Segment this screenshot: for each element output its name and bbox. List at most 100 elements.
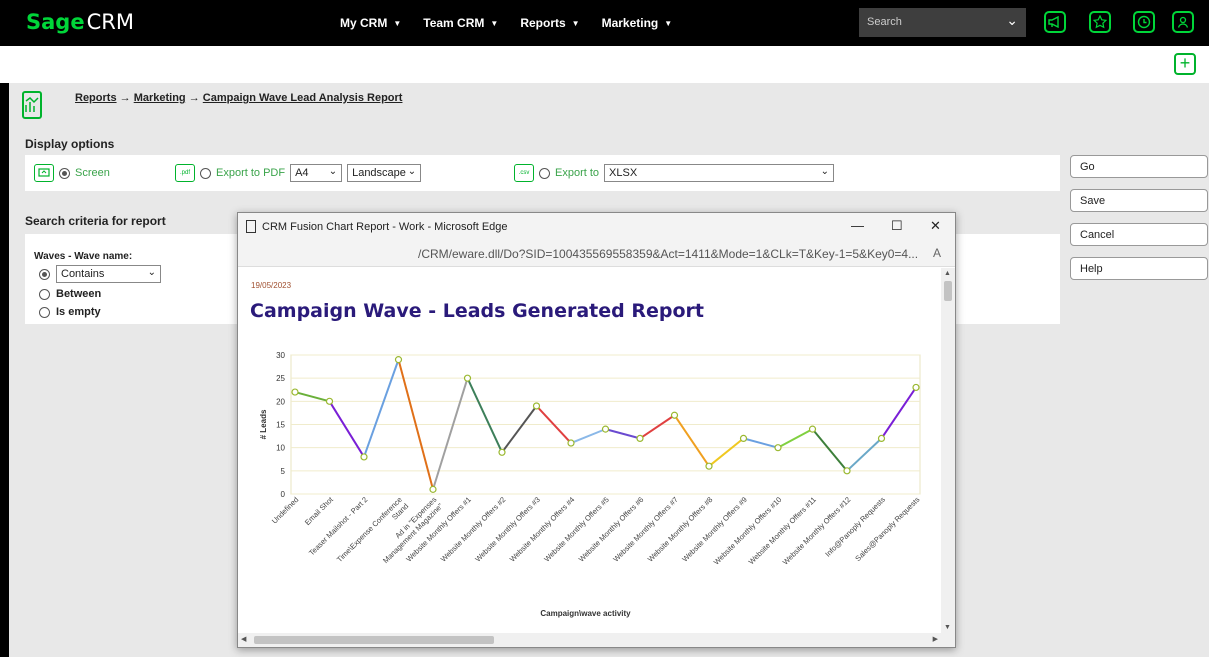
x-tick-label: Website Monthly Offers #11 bbox=[747, 495, 818, 566]
screen-label: Screen bbox=[75, 167, 110, 179]
data-point bbox=[636, 434, 644, 442]
x-tick-label: Website Monthly Offers #8 bbox=[646, 495, 715, 564]
address-bar[interactable]: /CRM/eware.dll/Do?SID=100435569558359&Ac… bbox=[238, 241, 955, 267]
data-point bbox=[739, 434, 748, 442]
sage-crm-logo[interactable]: SageCRM bbox=[26, 10, 134, 34]
report-chart-icon bbox=[22, 91, 42, 119]
chevron-down-icon: ⌄ bbox=[820, 166, 830, 177]
horizontal-scroll-thumb[interactable] bbox=[254, 636, 494, 644]
csv-file-icon: .csv bbox=[514, 164, 534, 182]
scroll-right-icon[interactable]: ▶ bbox=[933, 635, 938, 643]
data-point bbox=[705, 462, 713, 470]
x-tick-label: Info@Panoply Requests bbox=[823, 495, 887, 559]
data-point bbox=[601, 425, 610, 433]
export-pdf-radio[interactable] bbox=[200, 167, 211, 179]
scroll-up-icon[interactable]: ▲ bbox=[944, 270, 951, 277]
x-tick-label: Website Monthly Offers #4 bbox=[508, 495, 577, 564]
edge-report-window: CRM Fusion Chart Report - Work - Microso… bbox=[237, 212, 956, 648]
line-segment bbox=[466, 377, 503, 453]
export-to-label: Export to bbox=[555, 167, 600, 179]
contains-select[interactable]: Contains ⌄ bbox=[56, 265, 161, 283]
x-tick-label: Website Monthly Offers #6 bbox=[577, 495, 646, 564]
is-empty-radio[interactable] bbox=[39, 306, 50, 318]
x-tick-label: Website Monthly Offers #2 bbox=[439, 495, 508, 564]
go-button[interactable]: Go bbox=[1070, 155, 1208, 178]
x-tick-label: Undefined bbox=[270, 495, 301, 526]
x-tick-label: Website Monthly Offers #3 bbox=[473, 495, 542, 564]
vertical-scroll-thumb[interactable] bbox=[944, 281, 952, 301]
pdf-orientation-select[interactable]: Landscape ⌄ bbox=[347, 164, 422, 182]
window-title-bar: CRM Fusion Chart Report - Work - Microso… bbox=[238, 213, 955, 241]
new-item-plus-icon[interactable]: + bbox=[1174, 53, 1196, 75]
y-tick-label: 5 bbox=[281, 467, 286, 476]
close-button[interactable]: ✕ bbox=[930, 218, 941, 234]
vertical-scrollbar[interactable]: ▲ ▼ bbox=[941, 268, 955, 633]
search-criteria-heading: Search criteria for report bbox=[25, 214, 166, 228]
export-to-radio[interactable] bbox=[539, 167, 550, 179]
scroll-down-icon[interactable]: ▼ bbox=[944, 624, 951, 631]
breadcrumb-reports-link[interactable]: Reports bbox=[75, 92, 117, 104]
chevron-down-icon: ⌄ bbox=[147, 267, 156, 278]
read-aloud-icon[interactable]: A bbox=[933, 246, 941, 260]
line-segment bbox=[605, 428, 641, 440]
contains-radio[interactable] bbox=[39, 268, 50, 280]
screen-icon bbox=[34, 164, 54, 182]
data-point bbox=[394, 356, 403, 364]
minimize-button[interactable]: — bbox=[851, 218, 864, 233]
y-tick-label: 30 bbox=[276, 351, 285, 360]
maximize-button[interactable]: ☐ bbox=[891, 218, 903, 234]
wave-name-label: Waves - Wave name: bbox=[34, 251, 133, 262]
data-point bbox=[567, 439, 575, 447]
caret-down-icon: ▼ bbox=[393, 18, 402, 28]
data-point bbox=[912, 383, 920, 392]
search-input[interactable]: Search ⌄ bbox=[859, 8, 1026, 37]
help-button[interactable]: Help bbox=[1070, 257, 1208, 280]
line-segment bbox=[811, 428, 848, 472]
url-text: /CRM/eware.dll/Do?SID=100435569558359&Ac… bbox=[418, 247, 919, 261]
star-icon[interactable] bbox=[1089, 11, 1111, 33]
line-segment bbox=[294, 391, 330, 403]
data-point bbox=[360, 453, 368, 461]
clock-icon[interactable] bbox=[1133, 11, 1155, 33]
between-radio[interactable] bbox=[39, 288, 50, 300]
data-point bbox=[325, 397, 334, 405]
breadcrumb-marketing-link[interactable]: Marketing bbox=[134, 92, 186, 104]
nav-team-crm[interactable]: Team CRM ▼ bbox=[423, 16, 498, 30]
data-point bbox=[532, 402, 541, 410]
y-tick-label: 15 bbox=[276, 421, 285, 430]
line-segment bbox=[708, 437, 745, 467]
x-tick-label: Website Monthly Offers #10 bbox=[712, 495, 784, 567]
line-segment bbox=[639, 414, 676, 440]
display-options-panel: Screen .pdf Export to PDF A4 ⌄ Landscape ⌄… bbox=[25, 155, 1060, 191]
y-tick-label: 10 bbox=[276, 444, 285, 453]
save-button[interactable]: Save bbox=[1070, 189, 1208, 212]
caret-down-icon: ▼ bbox=[571, 18, 580, 28]
data-point bbox=[843, 467, 851, 475]
line-segment bbox=[501, 405, 538, 453]
caret-down-icon: ▼ bbox=[490, 18, 499, 28]
y-tick-label: 20 bbox=[276, 397, 285, 406]
y-tick-label: 25 bbox=[276, 374, 285, 383]
cancel-button[interactable]: Cancel bbox=[1070, 223, 1208, 246]
user-profile-icon[interactable] bbox=[1172, 11, 1194, 33]
line-segment bbox=[363, 359, 400, 458]
data-point bbox=[877, 434, 886, 442]
x-tick-label: Website Monthly Offers #12 bbox=[781, 495, 853, 567]
megaphone-icon[interactable] bbox=[1044, 11, 1066, 33]
x-axis-label: Campaign\wave activity bbox=[540, 609, 631, 618]
chevron-down-icon[interactable]: ⌄ bbox=[1006, 12, 1018, 29]
nav-reports[interactable]: Reports ▼ bbox=[520, 16, 579, 30]
line-segment bbox=[880, 386, 917, 439]
pdf-size-select[interactable]: A4 ⌄ bbox=[290, 164, 343, 182]
nav-my-crm[interactable]: My CRM ▼ bbox=[340, 16, 401, 30]
nav-marketing[interactable]: Marketing ▼ bbox=[602, 16, 673, 30]
screen-radio[interactable] bbox=[59, 167, 70, 179]
breadcrumb: Reports → Marketing → Campaign Wave Lead… bbox=[75, 92, 403, 104]
breadcrumb-current-link[interactable]: Campaign Wave Lead Analysis Report bbox=[203, 92, 403, 104]
line-segment bbox=[673, 414, 710, 467]
data-point bbox=[429, 485, 437, 493]
horizontal-scrollbar[interactable]: ◀ ▶ bbox=[238, 633, 955, 647]
scroll-left-icon[interactable]: ◀ bbox=[241, 635, 246, 643]
x-tick-label: Website Monthly Offers #5 bbox=[542, 495, 611, 564]
export-format-select[interactable]: XLSX ⌄ bbox=[604, 164, 835, 182]
